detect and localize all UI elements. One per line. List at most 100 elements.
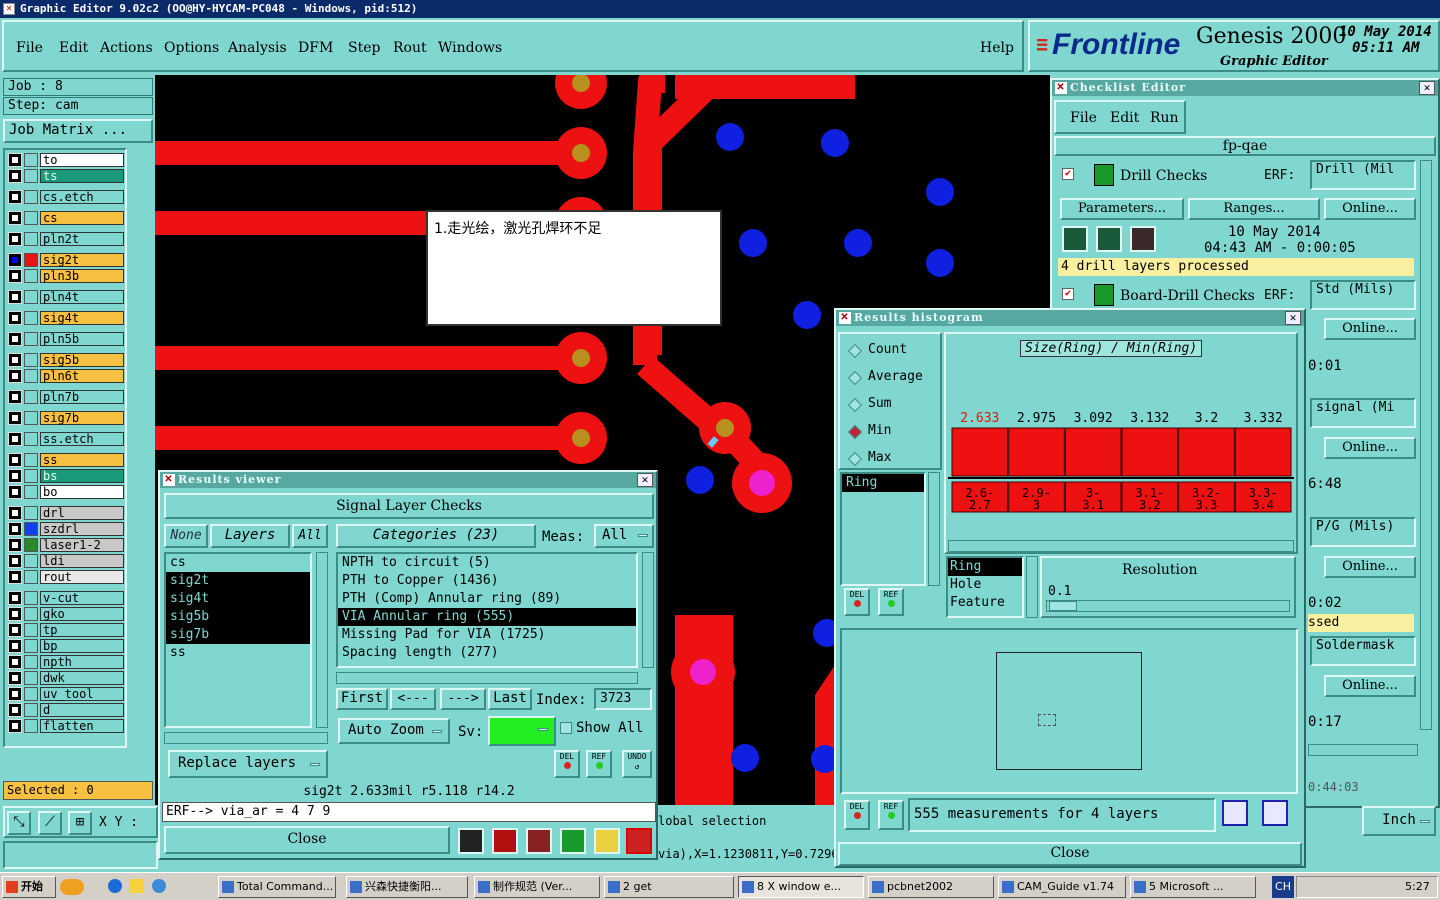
layer-affected-toggle[interactable] [8, 469, 22, 483]
layer-row-uv_tool[interactable]: uv_tool [8, 687, 124, 701]
layer-result-item[interactable]: cs [166, 554, 310, 572]
layer-result-item[interactable]: sig5b [166, 608, 310, 626]
layer-affected-toggle[interactable] [8, 570, 22, 584]
layer-row-rout[interactable]: rout [8, 570, 124, 584]
signal-erf-value[interactable]: signal (Mi [1310, 398, 1416, 428]
histogram-bar[interactable] [1008, 427, 1065, 477]
layer-row-ldi[interactable]: ldi [8, 554, 124, 568]
taskbar-item[interactable]: 5 Microsoft ... [1130, 876, 1256, 898]
exclude-icon[interactable] [526, 828, 552, 854]
layer-row-sig4t[interactable]: sig4t [8, 311, 124, 325]
layer-row-bp[interactable]: bp [8, 639, 124, 653]
close-icon[interactable]: ✕ [1285, 311, 1301, 325]
layer-name[interactable]: cs.etch [40, 190, 124, 204]
last-button[interactable]: Last [488, 688, 532, 710]
run-icon[interactable] [1062, 226, 1088, 252]
folder-icon[interactable] [130, 879, 144, 893]
layer-name[interactable]: ts [40, 169, 124, 183]
menu-windows[interactable]: Windows [438, 40, 502, 56]
checklist-hscroll[interactable] [1308, 744, 1418, 756]
layer-display-toggle[interactable] [24, 506, 38, 520]
layer-display-toggle[interactable] [24, 671, 38, 685]
layer-row-pln2t[interactable]: pln2t [8, 232, 124, 246]
layer-affected-toggle[interactable] [8, 719, 22, 733]
layer-display-toggle[interactable] [24, 719, 38, 733]
layer-name[interactable]: ss.etch [40, 432, 124, 446]
layer-name[interactable]: flatten [40, 719, 124, 733]
menu-step[interactable]: Step [348, 40, 380, 56]
layer-affected-toggle[interactable] [8, 703, 22, 717]
histogram-chart[interactable]: 2.6332.6-2.72.9752.9-33.0923-3.13.1323.1… [948, 364, 1294, 540]
layer-name[interactable]: to [40, 153, 124, 167]
layer-name[interactable]: d [40, 703, 124, 717]
ref-button[interactable]: REF [586, 750, 612, 778]
auto-zoom-dropdown[interactable]: Auto Zoom [338, 718, 450, 744]
layer-display-toggle[interactable] [24, 570, 38, 584]
run-checked-icon[interactable] [1096, 226, 1122, 252]
layer-display-toggle[interactable] [24, 232, 38, 246]
layer-row-v-cut[interactable]: v-cut [8, 591, 124, 605]
histogram-close-button[interactable]: Close [838, 842, 1302, 866]
layer-row-cs.etch[interactable]: cs.etch [8, 190, 124, 204]
layers-all-button[interactable]: All [292, 524, 328, 548]
layer-row-dwk[interactable]: dwk [8, 671, 124, 685]
layer-list-scrollbar[interactable] [316, 552, 328, 728]
layer-display-toggle[interactable] [24, 432, 38, 446]
layer-name[interactable]: rout [40, 570, 124, 584]
radio-diamond-icon[interactable] [847, 370, 863, 386]
layer-display-toggle[interactable] [24, 522, 38, 536]
ie-icon[interactable] [108, 879, 122, 893]
drill-erf-value[interactable]: Drill (Mil [1310, 160, 1416, 190]
input-method-indicator[interactable]: CH [1272, 876, 1294, 898]
layer-row-sig2t[interactable]: sig2t [8, 253, 124, 267]
layer-display-toggle[interactable] [24, 169, 38, 183]
taskbar-item[interactable]: pcbnet2002 [868, 876, 994, 898]
measure-option[interactable]: Hole [948, 576, 1022, 594]
layer-row-bo[interactable]: bo [8, 485, 124, 499]
histogram-bar[interactable] [1234, 427, 1292, 477]
layer-row-ss.etch[interactable]: ss.etch [8, 432, 124, 446]
taskbar-item[interactable]: 兴森快捷衡阳... [346, 876, 468, 898]
mode-option-min[interactable]: Min [846, 423, 936, 443]
layer-row-drl[interactable]: drl [8, 506, 124, 520]
layer-display-toggle[interactable] [24, 639, 38, 653]
layer-row-szdrl[interactable]: szdrl [8, 522, 124, 536]
layer-affected-toggle[interactable] [8, 232, 22, 246]
layer-result-item[interactable]: sig2t [166, 572, 310, 590]
layer-affected-toggle[interactable] [8, 607, 22, 621]
next-button[interactable]: ---> [440, 688, 486, 710]
layer-affected-toggle[interactable] [8, 591, 22, 605]
online-button-2[interactable]: Online... [1324, 318, 1416, 340]
layer-affected-toggle[interactable] [8, 639, 22, 653]
layer-name[interactable]: sig4t [40, 311, 124, 325]
mode-option-average[interactable]: Average [846, 369, 936, 389]
preview-ref-button[interactable]: REF [878, 800, 904, 830]
layers-header[interactable]: Layers [210, 524, 290, 548]
layer-result-item[interactable]: ss [166, 644, 310, 662]
layer-name[interactable]: tp [40, 623, 124, 637]
soldermask-erf-value[interactable]: Soldermask [1310, 636, 1416, 666]
graphic-icon[interactable] [458, 828, 484, 854]
ranges-button[interactable]: Ranges... [1188, 198, 1320, 220]
checklist-scrollbar[interactable] [1420, 160, 1432, 730]
mode-option-count[interactable]: Count [846, 342, 936, 362]
layer-affected-toggle[interactable] [8, 153, 22, 167]
layer-name[interactable]: drl [40, 506, 124, 520]
layer-display-toggle[interactable] [24, 353, 38, 367]
layer-affected-toggle[interactable] [8, 253, 22, 267]
layer-name[interactable]: bo [40, 485, 124, 499]
report-icon[interactable] [594, 828, 620, 854]
units-dropdown[interactable]: Inch [1362, 806, 1436, 836]
measure-select[interactable]: Ring Hole Feature [946, 556, 1024, 618]
layer-affected-toggle[interactable] [8, 211, 22, 225]
layer-row-gko[interactable]: gko [8, 607, 124, 621]
layer-affected-toggle[interactable] [8, 169, 22, 183]
taskbar-item[interactable]: CAM_Guide v1.74 [998, 876, 1126, 898]
taskbar-item[interactable]: 制作规范 (Ver... [474, 876, 600, 898]
layer-display-toggle[interactable] [24, 655, 38, 669]
histogram-bar[interactable] [1121, 427, 1179, 477]
layer-name[interactable]: sig2t [40, 253, 124, 267]
layer-display-toggle[interactable] [24, 290, 38, 304]
layer-display-toggle[interactable] [24, 332, 38, 346]
layer-row-pln4t[interactable]: pln4t [8, 290, 124, 304]
